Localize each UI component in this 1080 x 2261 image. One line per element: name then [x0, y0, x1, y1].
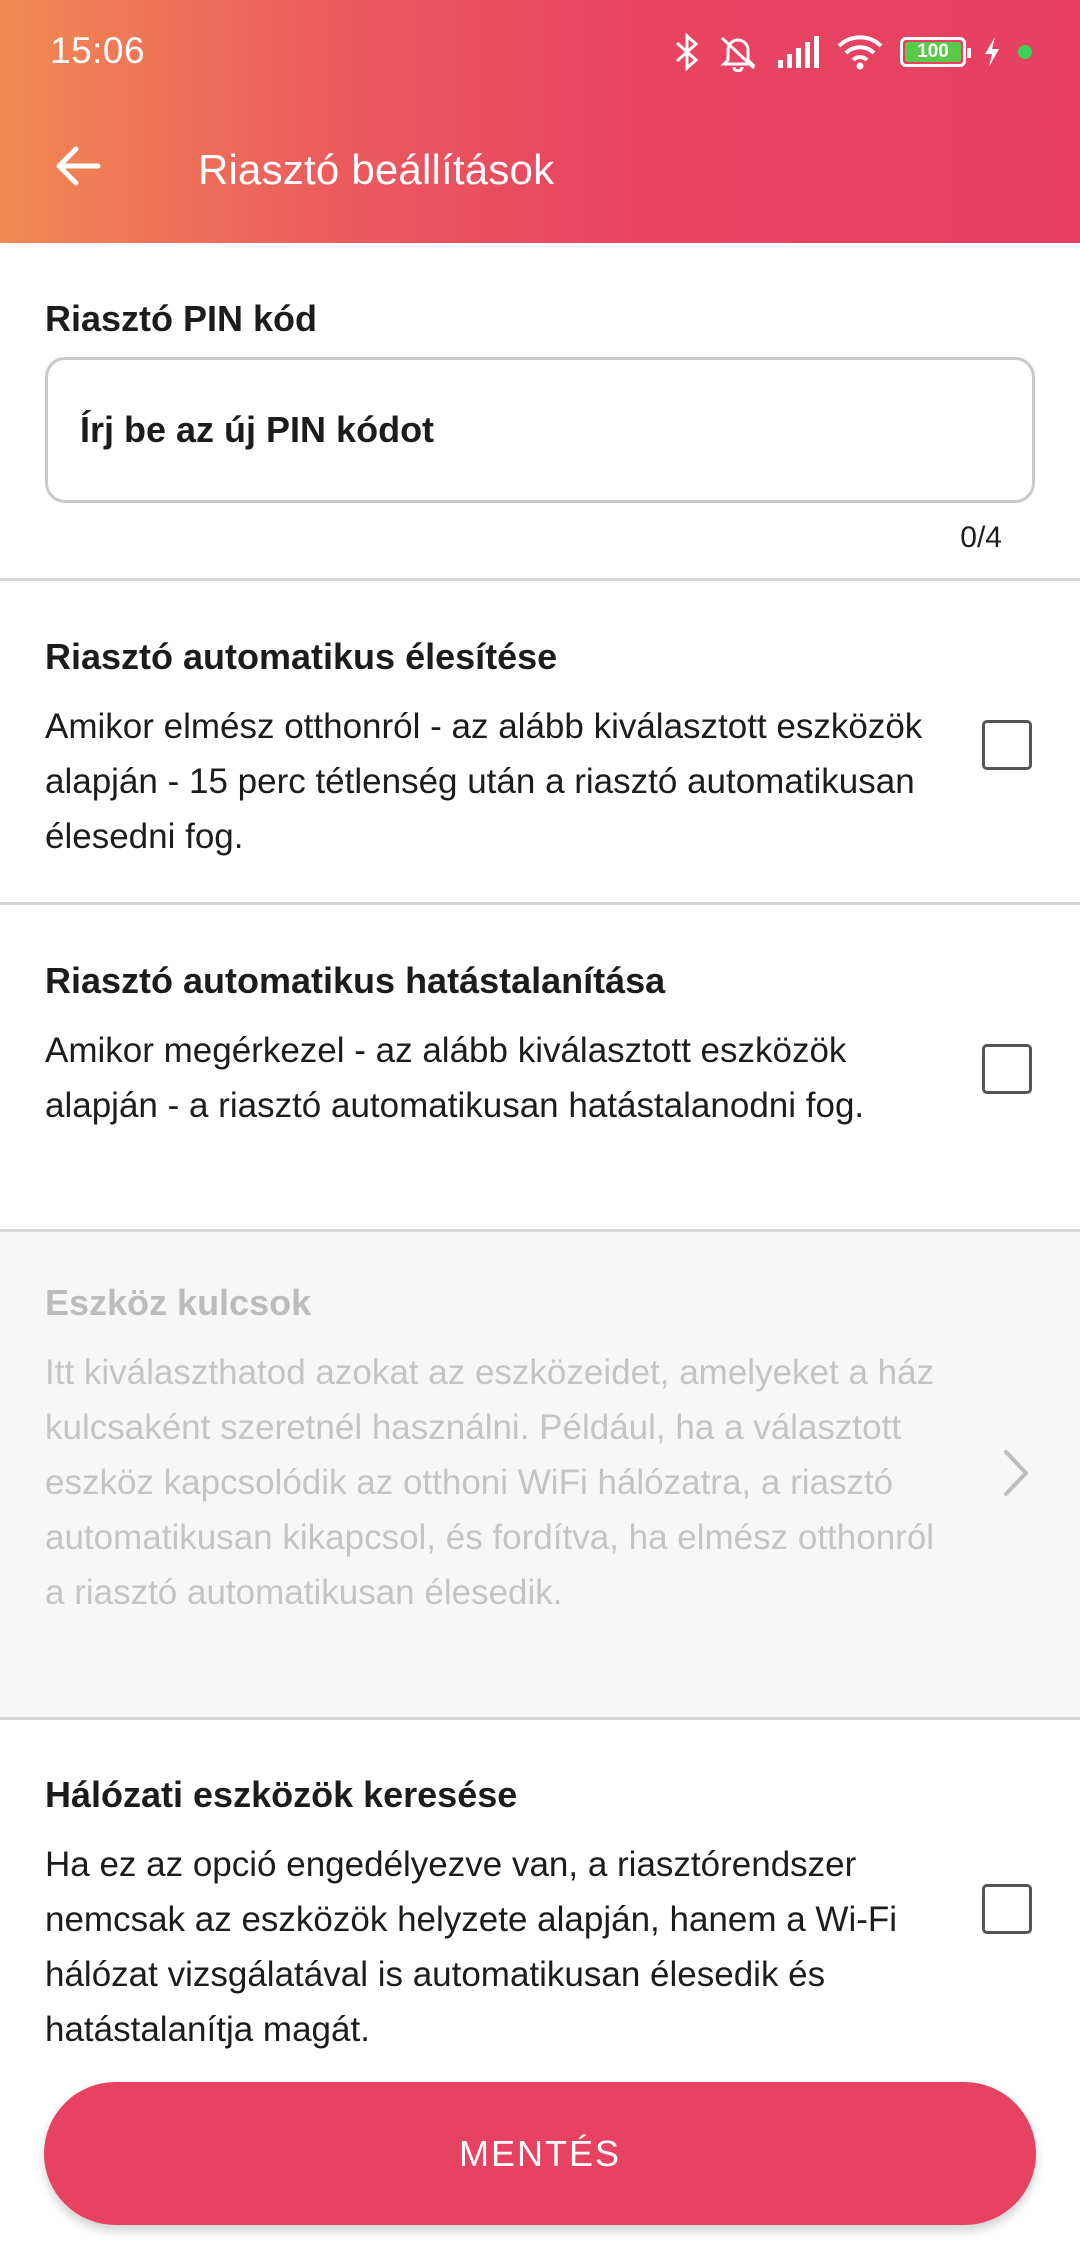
auto-disarm-checkbox[interactable] [982, 1044, 1032, 1094]
network-scan-title: Hálózati eszközök keresése [45, 1774, 518, 1815]
network-scan-description: Ha ez az opció engedélyezve van, a riasz… [45, 1845, 898, 2049]
pin-input[interactable]: Írj be az új PIN kódot [45, 357, 1035, 503]
pin-section: Riasztó PIN kód Írj be az új PIN kódot 0… [0, 243, 1080, 581]
status-icons: 100 [674, 30, 1032, 74]
auto-arm-description: Amikor elmész otthonról - az alább kivál… [45, 707, 923, 856]
wifi-icon [836, 34, 884, 70]
save-button[interactable]: MENTÉS [44, 2082, 1036, 2225]
auto-disarm-description: Amikor megérkezel - az alább kiválasztot… [45, 1031, 865, 1125]
app-bar: 15:06 100 Riasztó beállítások [0, 0, 1080, 243]
camera-dot-icon [1018, 45, 1032, 59]
arrow-left-icon [56, 146, 101, 186]
auto-arm-checkbox[interactable] [982, 720, 1032, 770]
auto-disarm-title: Riasztó automatikus hatástalanítása [45, 960, 666, 1001]
bluetooth-icon [674, 32, 700, 72]
network-scan-row[interactable]: Hálózati eszközök keresése Ha ez az opci… [0, 1720, 1080, 2082]
auto-arm-title: Riasztó automatikus élesítése [45, 636, 558, 677]
device-keys-title: Eszköz kulcsok [45, 1282, 312, 1323]
device-keys-description: Itt kiválaszthatod azokat az eszközeidet… [45, 1353, 935, 1612]
device-keys-row[interactable]: Eszköz kulcsok Itt kiválaszthatod azokat… [0, 1232, 1080, 1720]
status-time: 15:06 [50, 30, 146, 71]
back-button[interactable] [48, 136, 108, 196]
mute-icon [716, 32, 760, 72]
page-title: Riasztó beállítások [198, 146, 555, 193]
auto-arm-row[interactable]: Riasztó automatikus élesítése Amikor elm… [0, 584, 1080, 905]
battery-icon: 100 [900, 37, 971, 67]
auto-disarm-row[interactable]: Riasztó automatikus hatástalanítása Amik… [0, 908, 1080, 1232]
charging-icon [982, 35, 1002, 69]
chevron-right-icon [1002, 1448, 1030, 1503]
pin-label: Riasztó PIN kód [45, 298, 318, 339]
network-scan-checkbox[interactable] [982, 1884, 1032, 1934]
signal-icon [776, 34, 820, 70]
battery-level: 100 [917, 41, 949, 62]
pin-character-counter: 0/4 [960, 521, 1002, 554]
